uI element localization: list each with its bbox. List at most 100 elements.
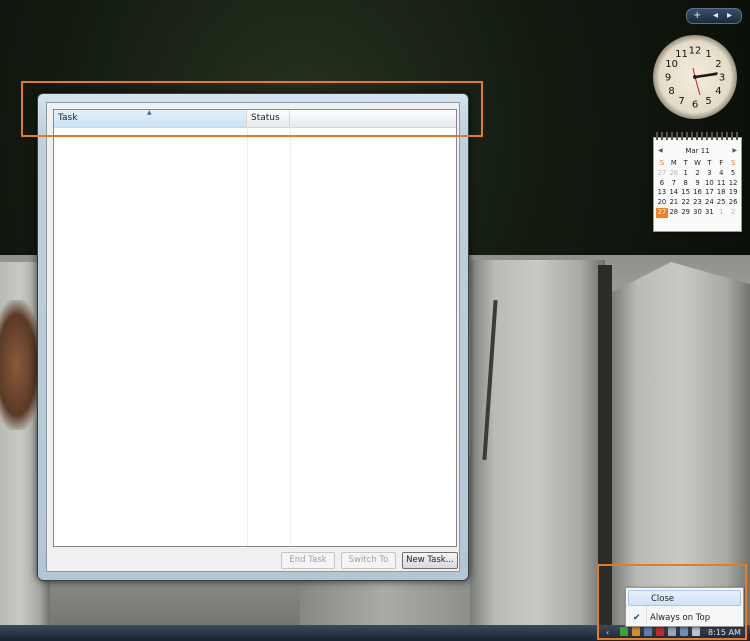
calendar-day[interactable]: 1: [715, 208, 727, 218]
clock-face-icon: 12 1234567891011: [665, 46, 725, 111]
calendar-day[interactable]: 24: [703, 198, 715, 208]
calendar-day[interactable]: 28: [668, 208, 680, 218]
calendar-day[interactable]: 6: [656, 179, 668, 189]
fence-gap: [598, 265, 612, 641]
clock-gadget[interactable]: 12 1 2 3 4 5 6 7 8 9 10 11: [653, 35, 737, 119]
previous-page-icon[interactable]: ◂: [713, 9, 718, 22]
calendar-month-label: Mar 11: [685, 147, 710, 155]
clock-numeral: 6: [692, 100, 698, 111]
task-list[interactable]: Task ▲ Status: [53, 109, 457, 547]
clock-second-hand: [694, 76, 701, 96]
calendar-day[interactable]: 17: [703, 188, 715, 198]
calendar-weekday: W: [694, 159, 701, 167]
calendar-day[interactable]: 7: [668, 179, 680, 189]
column-header-status[interactable]: Status: [247, 110, 290, 127]
calendar-binding-rings: [656, 132, 739, 140]
display-tray-icon[interactable]: [668, 627, 676, 636]
calendar-day[interactable]: 21: [668, 198, 680, 208]
task-manager-window[interactable]: Task ▲ Status End Task Switch To New Tas…: [37, 93, 469, 581]
calendar-week-row: 6 7 8 9 10 11 12: [656, 179, 739, 189]
calendar-day[interactable]: 26: [727, 198, 739, 208]
clock-numeral: 1: [705, 49, 711, 60]
fence-plank: [470, 260, 605, 641]
calendar-week-row: 27 28 1 2 3 4 5: [656, 169, 739, 179]
calendar-week-row: 13 14 15 16 17 18 19: [656, 188, 739, 198]
calendar-next-icon[interactable]: ▶: [732, 146, 737, 156]
calendar-day[interactable]: 12: [727, 179, 739, 189]
calendar-day[interactable]: 23: [692, 198, 704, 208]
volume-icon[interactable]: [692, 627, 700, 636]
calendar-day[interactable]: 25: [715, 198, 727, 208]
calendar-day[interactable]: 20: [656, 198, 668, 208]
calendar-grid: S M T W T F S 27 28 1 2 3 4 5 6 7 8 9 10 11 12 13 14 15 16 17 18 19…: [656, 159, 739, 218]
column-header-task[interactable]: Task ▲: [54, 109, 247, 127]
calendar-day[interactable]: 8: [680, 179, 692, 189]
calendar-day[interactable]: 1: [680, 169, 692, 179]
calendar-day[interactable]: 5: [727, 169, 739, 179]
task-list-header: Task ▲ Status: [54, 109, 456, 128]
next-page-icon[interactable]: ▸: [727, 9, 732, 22]
end-task-button[interactable]: End Task: [281, 552, 335, 569]
clock-numeral: 4: [715, 86, 721, 97]
add-gadget-icon[interactable]: +: [693, 9, 701, 22]
new-task-button[interactable]: New Task...: [402, 552, 458, 569]
menu-item-label: Always on Top: [650, 613, 711, 623]
sidebar-gadget-controls: + ◂ ▸: [686, 8, 742, 24]
calendar-day[interactable]: 29: [680, 208, 692, 218]
switch-to-button[interactable]: Switch To: [341, 552, 396, 569]
calendar-day[interactable]: 30: [692, 208, 704, 218]
calendar-day[interactable]: 27: [656, 169, 668, 179]
menu-item-always-on-top[interactable]: ✔ Always on Top: [628, 610, 741, 626]
calendar-day[interactable]: 18: [715, 188, 727, 198]
calendar-day[interactable]: 10: [703, 179, 715, 189]
calendar-weekday-row: SMTWTFS: [656, 159, 739, 169]
menu-item-close[interactable]: Close: [628, 590, 741, 606]
calendar-day[interactable]: 31: [703, 208, 715, 218]
calendar-week-row: 20 21 22 23 24 25 26: [656, 198, 739, 208]
calendar-day[interactable]: 3: [703, 169, 715, 179]
calendar-weekday: F: [719, 159, 724, 167]
clock-numeral: 11: [675, 49, 688, 60]
column-header-empty[interactable]: [290, 110, 456, 127]
calendar-week-row: 27 28 29 30 31 1 2: [656, 207, 739, 218]
clock-center-pin: [693, 75, 697, 79]
clock-numeral: 9: [665, 73, 671, 84]
calendar-day[interactable]: 16: [692, 188, 704, 198]
calendar-day[interactable]: 4: [715, 169, 727, 179]
clock-numeral: 7: [678, 96, 684, 107]
calendar-weekday: M: [670, 159, 677, 167]
calendar-weekday: S: [659, 159, 665, 167]
calendar-day[interactable]: 14: [668, 188, 680, 198]
security-tray-icon[interactable]: [656, 627, 664, 636]
calendar-day[interactable]: 15: [680, 188, 692, 198]
clock-numeral: 3: [719, 73, 725, 84]
sort-ascending-icon: ▲: [147, 109, 152, 116]
calendar-day[interactable]: 22: [680, 198, 692, 208]
menu-item-label: Close: [651, 594, 675, 604]
calendar-day[interactable]: 2: [727, 208, 739, 218]
calendar-day[interactable]: 11: [715, 179, 727, 189]
task-manager-tray-icon[interactable]: [620, 627, 628, 636]
calendar-weekday: S: [730, 159, 736, 167]
app-tray-icon[interactable]: [632, 627, 640, 636]
calendar-day[interactable]: 9: [692, 179, 704, 189]
taskbar-clock[interactable]: 8:15 AM: [708, 626, 741, 640]
calendar-day[interactable]: 2: [692, 169, 704, 179]
calendar-day[interactable]: 19: [727, 188, 739, 198]
network-tray-icon[interactable]: [644, 627, 652, 636]
show-hidden-icons-chevron[interactable]: ‹: [606, 626, 609, 640]
calendar-day[interactable]: 27: [656, 207, 668, 218]
clock-numeral: 12: [689, 46, 702, 57]
column-label-status: Status: [251, 113, 280, 123]
calendar-day[interactable]: 28: [668, 169, 680, 179]
system-tray: ‹ 8:15 AM: [604, 625, 750, 641]
clock-numeral: 10: [665, 59, 678, 70]
network-connection-icon[interactable]: [680, 627, 688, 636]
clock-numeral: 2: [715, 59, 721, 70]
clock-numeral: 8: [668, 86, 674, 97]
calendar-day[interactable]: 13: [656, 188, 668, 198]
fence-plank: [612, 262, 750, 641]
calendar-gadget[interactable]: ◀ Mar 11 ▶ S M T W T F S 27 28 1 2 3 4 5 6 7 8 9 10 11 12 13 1…: [653, 132, 742, 232]
tray-context-menu: Close ✔ Always on Top: [625, 587, 744, 627]
column-divider: [290, 127, 291, 546]
